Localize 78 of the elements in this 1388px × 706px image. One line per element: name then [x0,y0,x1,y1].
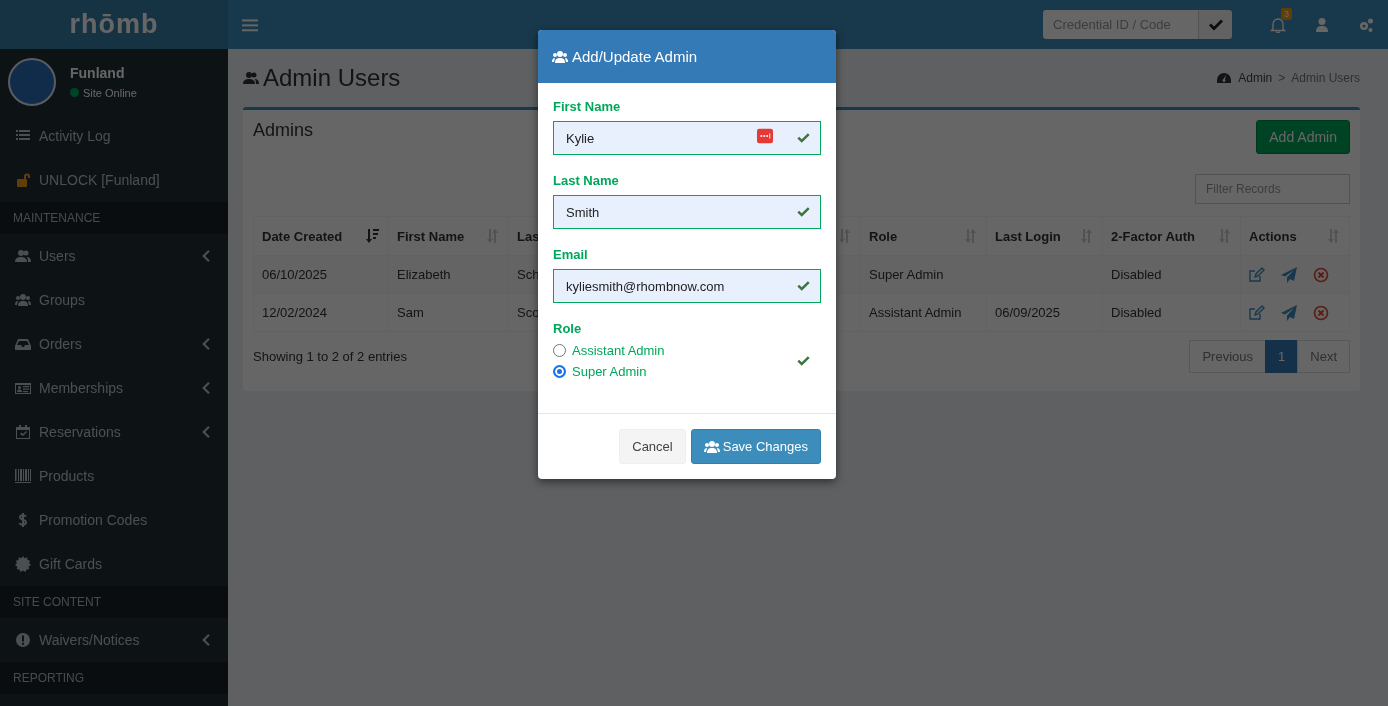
bell-icon [1270,16,1286,33]
edit-button[interactable] [1249,266,1265,283]
inbox-icon [15,336,31,352]
column-header[interactable]: Date Created [253,216,389,256]
sidebar-section-header: SITE CONTENT [0,586,228,618]
column-header[interactable]: Role [860,216,987,256]
exclamation-circle-icon [15,632,31,648]
input-field[interactable]: kyliesmith@rhombnow.com [553,269,821,303]
site-logo [8,57,56,106]
breadcrumb-link[interactable]: Admin [1238,71,1273,85]
group-icon [15,292,31,308]
delete-button[interactable] [1313,266,1329,283]
sort-icon [838,228,852,244]
paper-plane-icon [1281,266,1297,283]
sidebar-section-header: MAINTENANCE [0,202,228,234]
notification-badge: 3 [1281,8,1292,20]
barcode-icon [15,468,31,484]
edit-icon [1249,266,1265,283]
send-button[interactable] [1281,304,1297,321]
box-title: Admins [253,120,314,141]
notifications-button[interactable]: 3 [1256,0,1300,49]
sidebar-section-header: REPORTING [0,662,228,694]
delete-button[interactable] [1313,304,1329,321]
input-field[interactable]: Kylie [553,121,821,155]
calendar-check-icon [15,424,31,440]
save-button[interactable]: Save Changes [690,429,821,464]
checkmark-icon [796,354,811,368]
cancel-button[interactable]: Cancel [619,429,686,464]
brand-logo[interactable]: rhōmb [0,0,228,49]
field-label: First Name [553,99,622,114]
paper-plane-icon [1281,304,1297,321]
x-circle-icon [1313,304,1329,321]
page-title: Admin Users [263,64,401,92]
table-cell: 06/10/2025 [253,255,389,294]
certificate-icon [15,556,31,572]
column-header[interactable]: 2-Factor Auth [1102,216,1241,256]
site-status: Site Online [83,86,137,99]
dashboard-icon [1216,70,1233,86]
column-header[interactable]: First Name [388,216,509,256]
table-cell: Elizabeth [388,255,509,294]
table-cell: Sam [388,293,509,332]
checkmark-icon [796,279,811,293]
edit-icon [1249,304,1265,321]
padlock-icon [15,172,31,188]
table-cell: Assistant Admin [860,293,987,332]
gears-icon [1358,16,1374,33]
input-field[interactable]: Smith [553,195,821,229]
x-circle-icon [1313,266,1329,283]
checkmark-icon [796,131,811,145]
table-cell: Disabled [1102,255,1241,294]
radio-label[interactable]: Assistant Admin [572,343,665,358]
submit-button[interactable] [1198,10,1232,39]
breadcrumb-separator: > [1278,71,1286,85]
table-cell: 12/02/2024 [253,293,389,332]
send-button[interactable] [1281,266,1297,283]
group-icon [703,438,720,455]
column-header[interactable]: Actions [1240,216,1350,256]
users-icon [15,248,31,264]
pagination-button[interactable]: 1 [1265,340,1299,373]
table-cell: Super Admin [860,255,987,294]
radio-label[interactable]: Super Admin [572,364,647,379]
sort-descending-icon [366,228,380,244]
users-icon [243,70,259,86]
field-label: Last Name [553,173,620,188]
id-card-icon [15,380,31,396]
radio-button[interactable] [553,344,566,357]
user-icon [1314,16,1330,33]
radio-button[interactable] [553,365,566,378]
checkmark-icon [796,205,811,219]
site-name: Funland [70,64,126,81]
modal-title: Add/Update Admin [572,48,698,65]
table-info: Showing 1 to 2 of 2 entries [253,349,407,364]
group-icon [552,48,568,65]
column-header[interactable]: Last Login [986,216,1103,256]
edit-button[interactable] [1249,304,1265,321]
add-admin-button[interactable]: Add Admin [1256,120,1350,154]
table-cell: 06/09/2025 [986,293,1103,332]
table-cell: Disabled [1102,293,1241,332]
